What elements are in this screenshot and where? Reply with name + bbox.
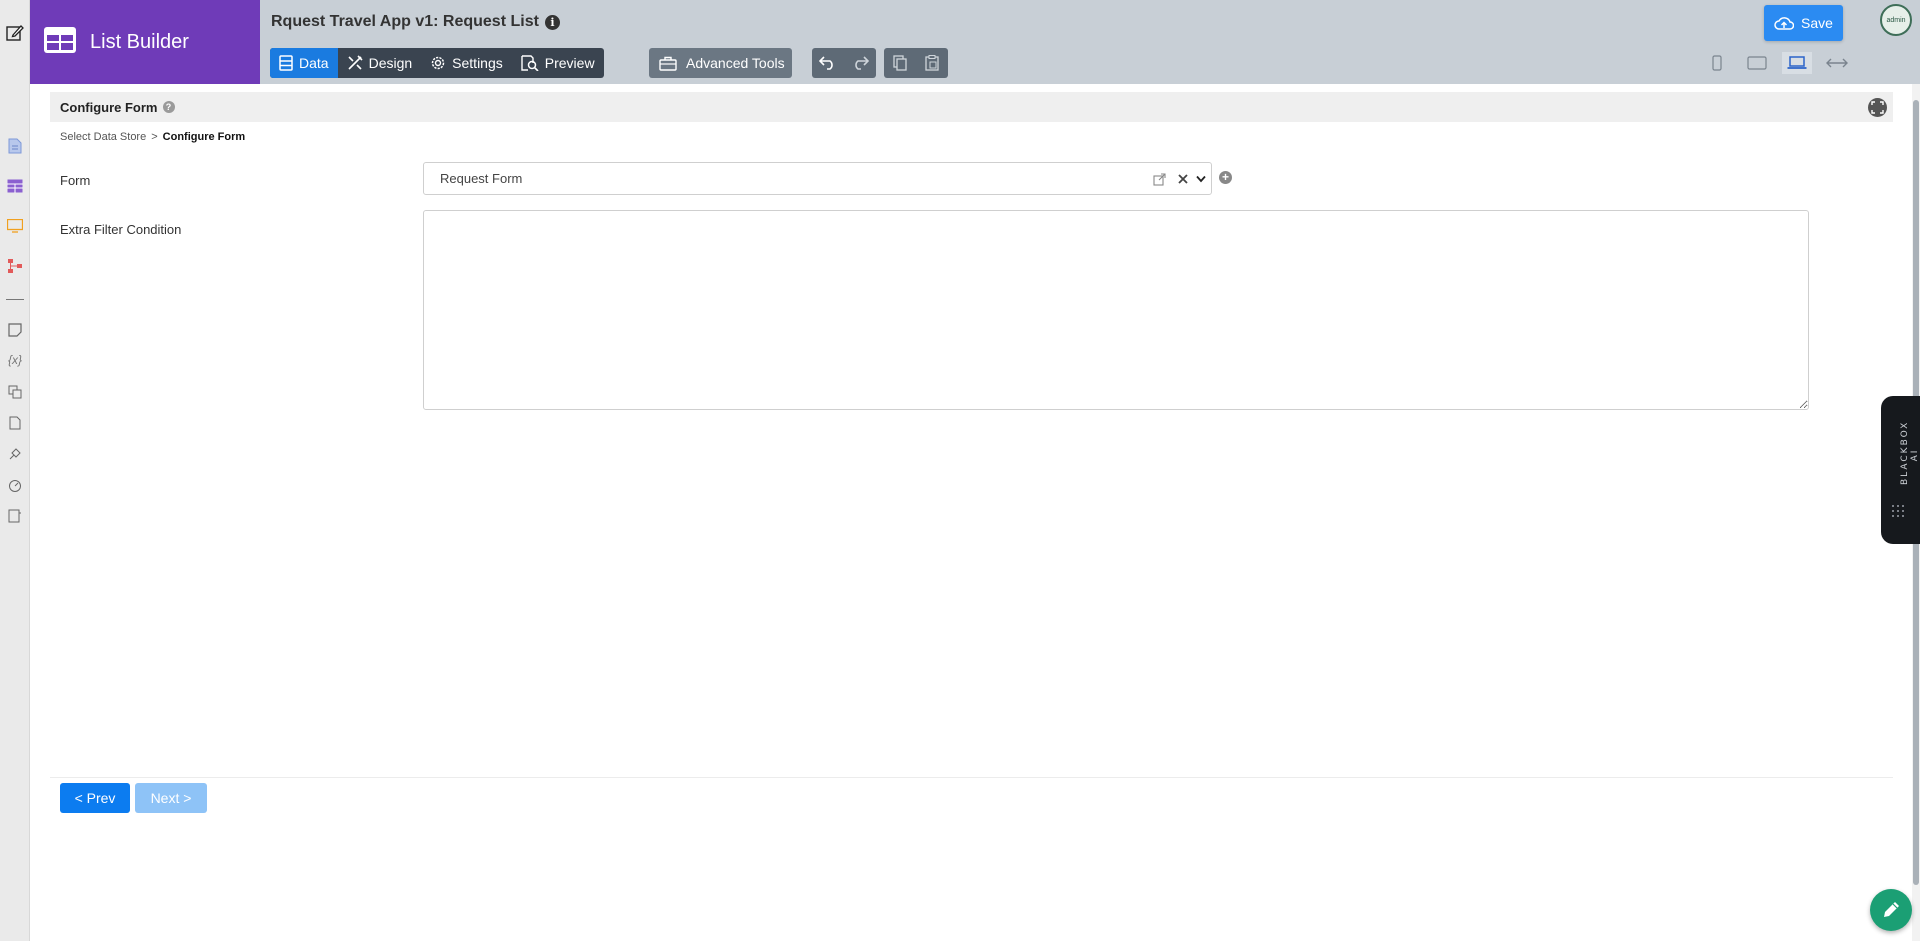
avatar[interactable]: admin (1880, 4, 1912, 36)
process-builder-icon[interactable] (6, 257, 24, 275)
tab-preview[interactable]: Preview (512, 48, 604, 78)
translate-icon[interactable] (6, 383, 24, 401)
undo-icon[interactable] (812, 48, 844, 78)
floating-edit-button[interactable] (1870, 889, 1912, 931)
variables-icon[interactable]: {x} (6, 351, 24, 369)
app-generator-icon[interactable] (6, 507, 24, 525)
footer-divider (50, 777, 1893, 778)
section-header: Configure Form ? (50, 92, 1893, 122)
ai-panel-label: BLACKBOX AI (1900, 420, 1920, 485)
list-builder-icon[interactable] (6, 177, 24, 195)
toolbox-icon (659, 56, 677, 71)
save-label: Save (1801, 15, 1833, 31)
cloud-upload-icon (1774, 16, 1795, 30)
brand-title: List Builder (90, 30, 189, 53)
breadcrumb-configure-form: Configure Form (162, 131, 246, 143)
avatar-text: admin (1886, 16, 1906, 24)
search-doc-icon (521, 55, 539, 71)
fullwidth-icon[interactable] (1822, 52, 1852, 74)
help-icon[interactable]: ? (162, 101, 175, 113)
builder-tabs: Data Design Settings Preview (270, 48, 604, 78)
advanced-tools-label: Advanced Tools (686, 55, 785, 71)
plugin-icon[interactable] (6, 445, 24, 463)
section-title: Configure Form (60, 99, 158, 115)
form-select[interactable]: Request Form (423, 162, 1212, 195)
expand-icon[interactable] (1868, 98, 1887, 117)
page-title: Rquest Travel App v1: Request List i (271, 13, 560, 31)
laptop-icon[interactable] (1782, 52, 1812, 74)
breadcrumb: Select Data Store > Configure Form (60, 131, 245, 143)
breadcrumb-select-data-store[interactable]: Select Data Store (60, 131, 146, 143)
tablet-icon[interactable] (1742, 52, 1772, 74)
save-button[interactable]: Save (1764, 5, 1843, 41)
notes-icon[interactable] (6, 321, 24, 339)
paste-icon[interactable] (916, 48, 948, 78)
pencil-icon (1884, 902, 1899, 917)
clear-icon[interactable] (1175, 171, 1191, 187)
ai-logo-icon (1890, 503, 1906, 519)
app-title-text: Rquest Travel App v1: Request List (271, 13, 539, 30)
tab-design[interactable]: Design (338, 48, 422, 78)
form-label: Form (60, 173, 91, 188)
tab-data[interactable]: Data (270, 48, 338, 78)
tools-icon (348, 55, 363, 70)
document-icon[interactable] (6, 414, 24, 432)
copy-icon[interactable] (884, 48, 916, 78)
rail-divider (6, 299, 24, 300)
external-link-icon[interactable] (1151, 171, 1167, 187)
filter-label: Extra Filter Condition (60, 222, 182, 237)
edit-app-icon[interactable] (6, 24, 24, 42)
info-icon[interactable]: i (544, 14, 560, 30)
brand-panel: List Builder (30, 0, 260, 84)
add-form-icon[interactable]: + (1219, 171, 1232, 184)
tab-settings[interactable]: Settings (421, 48, 512, 78)
page-icon[interactable] (6, 137, 24, 155)
clipboard-group (884, 48, 948, 78)
dashboard-icon[interactable] (6, 476, 24, 494)
left-rail: {x} (0, 0, 30, 941)
form-select-value: Request Form (440, 171, 523, 186)
gear-icon (431, 56, 445, 70)
chevron-down-icon[interactable] (1193, 171, 1209, 187)
advanced-tools-button[interactable]: Advanced Tools (649, 48, 792, 78)
tab-data-label: Data (299, 55, 329, 71)
prev-button[interactable]: < Prev (60, 783, 130, 813)
breadcrumb-separator: > (151, 131, 158, 143)
list-icon (279, 55, 293, 71)
next-button[interactable]: Next > (135, 783, 207, 813)
tab-design-label: Design (368, 55, 413, 71)
tab-settings-label: Settings (452, 55, 503, 71)
undo-redo-group (812, 48, 876, 78)
phone-icon[interactable] (1702, 52, 1732, 74)
tab-preview-label: Preview (544, 55, 595, 71)
header: Rquest Travel App v1: Request List i Dat… (260, 0, 1920, 84)
filter-condition-textarea[interactable] (423, 210, 1809, 410)
ui-builder-icon[interactable] (6, 217, 24, 235)
table-grid-icon (44, 26, 76, 58)
redo-icon[interactable] (844, 48, 876, 78)
